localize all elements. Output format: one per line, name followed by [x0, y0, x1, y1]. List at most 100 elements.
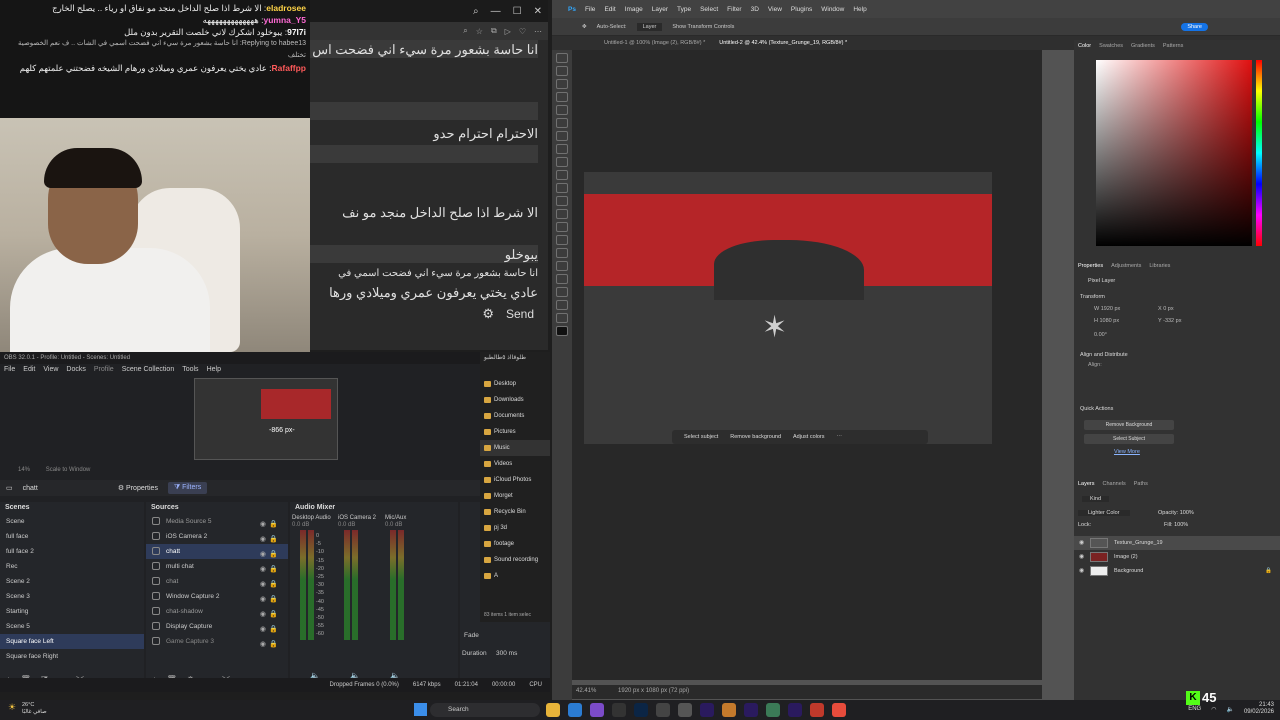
blender-icon[interactable] — [722, 703, 736, 717]
transform-y[interactable]: Y -332 px — [1158, 318, 1181, 324]
folder-item[interactable]: Desktop — [480, 376, 550, 392]
source-item-selected[interactable]: chatt ◉ 🔒 — [146, 544, 288, 559]
folder-item[interactable]: A — [480, 568, 550, 584]
transform-x[interactable]: X 0 px — [1158, 306, 1174, 312]
scene-item[interactable]: Square face Right — [0, 649, 144, 664]
weather-widget[interactable]: 26°C صافي غالبًا — [8, 702, 47, 716]
eye-icon[interactable]: ◉ — [1079, 536, 1084, 550]
auto-select-checkbox[interactable]: Auto-Select: — [597, 24, 627, 30]
language-indicator[interactable]: ENG — [1188, 706, 1201, 712]
source-item[interactable]: chat ◉ 🔒 — [146, 574, 288, 589]
scene-item-selected[interactable]: Square face Left — [0, 634, 144, 649]
visual-studio-icon[interactable] — [590, 703, 604, 717]
minimize-icon[interactable]: — — [491, 6, 501, 17]
crop-tool[interactable] — [556, 105, 568, 115]
pen-tool[interactable] — [556, 248, 568, 258]
menu-icon[interactable]: ⋯ — [534, 27, 542, 36]
color-picker-field[interactable] — [1096, 60, 1252, 246]
shape-tool[interactable] — [556, 287, 568, 297]
maximize-icon[interactable]: ☐ — [513, 6, 522, 17]
ps-canvas-area[interactable]: ✶ Select subject Remove background Adjus… — [572, 50, 1042, 680]
duration-value[interactable]: 300 ms — [496, 650, 517, 657]
brush-tool[interactable] — [556, 157, 568, 167]
folder-item-selected[interactable]: Music — [480, 440, 550, 456]
scene-item[interactable]: full face — [0, 529, 144, 544]
layer-kind-filter[interactable]: Kind — [1082, 496, 1110, 502]
lock-icon[interactable]: 🔒 — [269, 637, 278, 652]
doc-tab-active[interactable]: Untitled-2 @ 42.4% (Texture_Grunge_19, R… — [719, 40, 847, 46]
menu-scene-collection[interactable]: Scene Collection — [122, 366, 175, 374]
move-tool-icon[interactable]: ✥ — [582, 24, 587, 30]
source-item[interactable]: Display Capture ◉ 🔒 — [146, 619, 288, 634]
wifi-icon[interactable]: ◠ — [1211, 706, 1216, 713]
tab-gradients[interactable]: Gradients — [1131, 43, 1155, 49]
stamp-tool[interactable] — [556, 170, 568, 180]
scene-item[interactable]: full face 2 — [0, 544, 144, 559]
menu-view[interactable]: View — [43, 366, 58, 374]
tab-properties[interactable]: Properties — [1078, 263, 1103, 269]
tab-libraries[interactable]: Libraries — [1149, 263, 1170, 269]
eye-icon[interactable]: ◉ — [1079, 564, 1084, 578]
menu-help[interactable]: Help — [207, 366, 221, 374]
hue-slider[interactable] — [1256, 60, 1262, 246]
zoom-value[interactable]: 14% — [18, 467, 30, 473]
zoom-mode[interactable]: Scale to Window — [46, 467, 91, 473]
layer-row[interactable]: ◉ Background 🔒 — [1074, 564, 1280, 578]
zoom-status[interactable]: 42.41% — [576, 688, 596, 694]
type-tool[interactable] — [556, 261, 568, 271]
close-icon[interactable]: ✕ — [534, 6, 542, 17]
after-effects-icon[interactable] — [700, 703, 714, 717]
obs-icon[interactable] — [612, 703, 626, 717]
adjust-colors-button[interactable]: Adjust colors — [793, 434, 825, 440]
blend-mode-select[interactable]: Lighter Color — [1078, 510, 1130, 516]
source-item[interactable]: chat-shadow ◉ 🔒 — [146, 604, 288, 619]
eye-icon[interactable]: ◉ — [1079, 550, 1084, 564]
volume-icon[interactable]: 🔈 — [1226, 706, 1233, 713]
tab-layers[interactable]: Layers — [1078, 481, 1095, 487]
scene-item[interactable]: Scene 3 — [0, 589, 144, 604]
transform-angle[interactable]: 0.00° — [1094, 332, 1107, 338]
menu-filter[interactable]: Filter — [727, 6, 741, 13]
app-icon[interactable] — [678, 703, 692, 717]
scene-item[interactable]: Scene — [0, 514, 144, 529]
more-icon[interactable]: ⋯ — [837, 434, 843, 440]
menu-tools[interactable]: Tools — [182, 366, 198, 374]
opera-icon[interactable] — [810, 703, 824, 717]
folder-item[interactable]: Morget — [480, 488, 550, 504]
select-subject-button[interactable]: Select subject — [684, 434, 718, 440]
search-icon[interactable]: ⌕ — [473, 6, 479, 17]
fill-field[interactable]: Fill: 100% — [1164, 522, 1188, 528]
folder-item[interactable]: Sound recording — [480, 552, 550, 568]
app-icon[interactable] — [766, 703, 780, 717]
menu-view[interactable]: View — [768, 6, 782, 13]
select-subject-action[interactable]: Select Subject — [1084, 434, 1174, 444]
hand-tool[interactable] — [556, 300, 568, 310]
zoom-icon[interactable]: ⌕ — [463, 26, 467, 36]
layer-row[interactable]: ◉ Image (2) — [1074, 550, 1280, 564]
eyedropper-tool[interactable] — [556, 131, 568, 141]
menu-edit[interactable]: Edit — [604, 6, 615, 13]
source-item[interactable]: Window Capture 2 ◉ 🔒 — [146, 589, 288, 604]
tab-channels[interactable]: Channels — [1103, 481, 1126, 487]
filters-button[interactable]: ⧩ Filters — [167, 482, 208, 494]
audition-icon[interactable] — [744, 703, 758, 717]
menu-profile[interactable]: Profile — [94, 366, 114, 374]
menu-help[interactable]: Help — [853, 6, 866, 13]
path-selection-tool[interactable] — [556, 274, 568, 284]
scene-item[interactable]: Scene 5 — [0, 619, 144, 634]
windows-start-icon[interactable] — [414, 703, 427, 716]
taskbar-search[interactable]: Search — [430, 703, 540, 717]
premiere-icon[interactable] — [788, 703, 802, 717]
chrome-icon[interactable] — [832, 703, 846, 717]
source-item[interactable]: Media Source 5 ◉ 🔒 — [146, 514, 288, 529]
scene-item[interactable]: Starting — [0, 604, 144, 619]
photoshop-icon[interactable] — [634, 703, 648, 717]
obs-preview[interactable]: -866 px- — [194, 378, 338, 460]
folder-item[interactable]: Downloads — [480, 392, 550, 408]
selection-tool[interactable] — [556, 92, 568, 102]
scene-item[interactable]: Scene 2 — [0, 574, 144, 589]
folder-item[interactable]: iCloud Photos — [480, 472, 550, 488]
transform-controls-checkbox[interactable]: Show Transform Controls — [672, 24, 734, 30]
blur-tool[interactable] — [556, 222, 568, 232]
tab-color[interactable]: Color — [1078, 43, 1091, 49]
